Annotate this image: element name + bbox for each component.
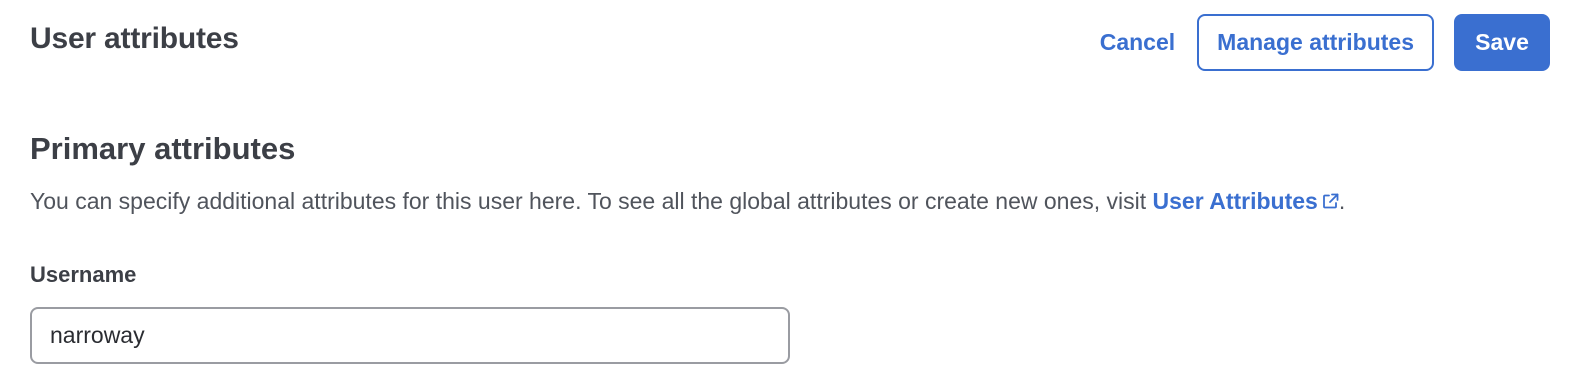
section-description: You can specify additional attributes fo…: [30, 188, 1345, 216]
description-suffix: .: [1338, 188, 1346, 214]
user-attributes-link-label: User Attributes: [1152, 188, 1318, 214]
user-attributes-link[interactable]: User Attributes: [1153, 188, 1339, 214]
description-text: You can specify additional attributes fo…: [30, 188, 1153, 214]
page-title: User attributes: [30, 22, 239, 55]
save-button[interactable]: Save: [1454, 14, 1550, 71]
external-link-icon: [1322, 189, 1339, 216]
manage-attributes-button[interactable]: Manage attributes: [1197, 14, 1434, 71]
username-label: Username: [30, 262, 137, 287]
username-input[interactable]: [30, 307, 790, 364]
cancel-button[interactable]: Cancel: [1098, 14, 1177, 71]
user-attributes-page: User attributes Cancel Manage attributes…: [0, 0, 1578, 392]
section-title: Primary attributes: [30, 131, 296, 166]
header-actions: Cancel Manage attributes Save: [1098, 14, 1550, 71]
